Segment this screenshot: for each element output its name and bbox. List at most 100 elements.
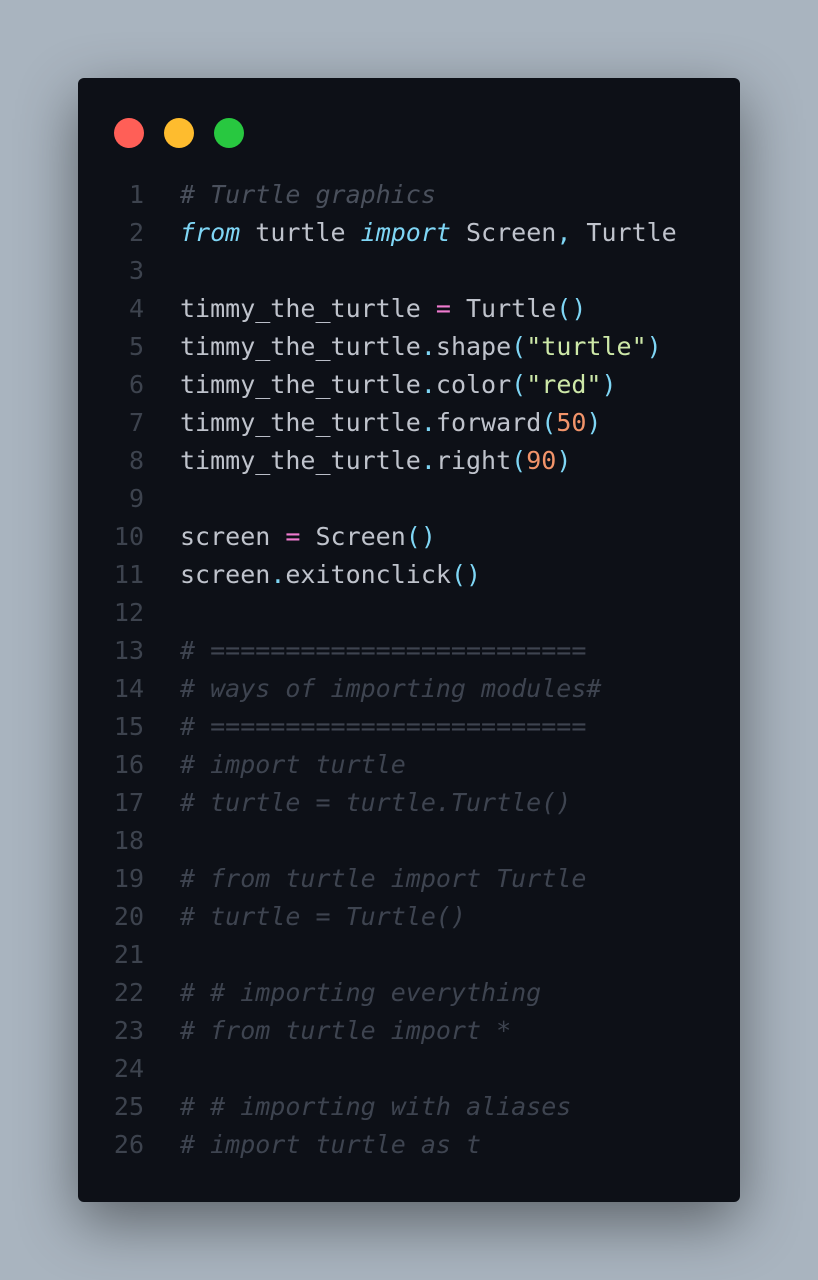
code-line: 12 — [78, 594, 740, 632]
code-line: 11 screen.exitonclick() — [78, 556, 740, 594]
code-token: Screen — [300, 522, 406, 551]
line-number: 10 — [113, 522, 144, 551]
code-line: 3 — [78, 252, 740, 290]
line-number: 4 — [128, 294, 144, 323]
code-text: # # importing with aliases — [180, 1088, 571, 1126]
code-token: # from turtle import Turtle — [180, 864, 587, 893]
code-token: ( — [541, 408, 557, 437]
code-text: # import turtle — [180, 746, 406, 784]
code-text: timmy_the_turtle.forward(50) — [180, 404, 601, 442]
line-number: 3 — [128, 256, 144, 285]
code-token: # Turtle graphics — [180, 180, 436, 209]
code-line: 8 timmy_the_turtle.right(90) — [78, 442, 740, 480]
code-token: ( — [511, 446, 527, 475]
code-line: 23 # from turtle import * — [78, 1012, 740, 1050]
code-token: "turtle" — [526, 332, 647, 361]
code-line: 9 — [78, 480, 740, 518]
code-token: , — [556, 218, 572, 247]
code-line: 10 screen = Screen() — [78, 518, 740, 556]
line-number: 13 — [113, 636, 144, 665]
code-text: # import turtle as t — [180, 1126, 481, 1164]
code-line: 7 timmy_the_turtle.forward(50) — [78, 404, 740, 442]
line-number: 22 — [113, 978, 144, 1007]
code-line: 16 # import turtle — [78, 746, 740, 784]
code-text: screen.exitonclick() — [180, 556, 481, 594]
code-token: ) — [646, 332, 662, 361]
code-text: timmy_the_turtle.color("red") — [180, 366, 617, 404]
code-token: . — [420, 408, 436, 437]
line-number: 25 — [113, 1092, 144, 1121]
code-token: # import turtle — [180, 750, 406, 779]
code-token: timmy_the_turtle — [180, 446, 421, 475]
line-number: 9 — [128, 484, 144, 513]
code-token: = — [285, 522, 301, 551]
code-text: # # importing everything — [180, 974, 541, 1012]
code-line: 19 # from turtle import Turtle — [78, 860, 740, 898]
code-text: # from turtle import * — [180, 1012, 511, 1050]
code-text: # from turtle import Turtle — [180, 860, 586, 898]
code-token: () — [405, 522, 436, 551]
code-token: ( — [511, 370, 527, 399]
code-text: timmy_the_turtle = Turtle() — [180, 290, 586, 328]
code-line: 4 timmy_the_turtle = Turtle() — [78, 290, 740, 328]
line-number: 17 — [113, 788, 144, 817]
code-token: . — [270, 560, 286, 589]
code-token: = — [435, 294, 451, 323]
close-dot-icon[interactable] — [114, 118, 144, 148]
code-text: # ========================= — [180, 708, 586, 746]
code-token: ) — [601, 370, 617, 399]
zoom-dot-icon[interactable] — [214, 118, 244, 148]
code-token: ( — [511, 332, 527, 361]
code-token: . — [420, 370, 436, 399]
line-number: 15 — [113, 712, 144, 741]
code-token: # # importing with aliases — [180, 1092, 572, 1121]
code-token: shape — [435, 332, 512, 361]
line-number: 5 — [128, 332, 144, 361]
code-token: right — [435, 446, 512, 475]
code-token: screen — [180, 560, 271, 589]
code-line: 2 from turtle import Screen, Turtle — [78, 214, 740, 252]
code-token: . — [420, 332, 436, 361]
code-line: 25 # # importing with aliases — [78, 1088, 740, 1126]
line-number: 8 — [128, 446, 144, 475]
code-token: # import turtle as t — [180, 1130, 482, 1159]
minimize-dot-icon[interactable] — [164, 118, 194, 148]
code-token: timmy_the_turtle — [180, 332, 421, 361]
line-number: 2 — [128, 218, 144, 247]
line-number: 20 — [113, 902, 144, 931]
code-line: 17 # turtle = turtle.Turtle() — [78, 784, 740, 822]
line-number: 26 — [113, 1130, 144, 1159]
code-token: Screen — [450, 218, 557, 247]
code-token: () — [556, 294, 587, 323]
code-token: 50 — [556, 408, 587, 437]
line-number: 21 — [113, 940, 144, 969]
code-token: timmy_the_turtle — [180, 294, 436, 323]
code-window: 1 # Turtle graphics 2 from turtle import Sc… — [78, 78, 740, 1202]
code-line: 14 # ways of importing modules# — [78, 670, 740, 708]
code-token: ) — [556, 446, 572, 475]
code-token: import — [360, 218, 451, 247]
code-line: 21 — [78, 936, 740, 974]
code-line: 13 # ========================= — [78, 632, 740, 670]
code-token: turtle — [240, 218, 361, 247]
code-token: screen — [180, 522, 286, 551]
code-token: ) — [586, 408, 602, 437]
line-number: 7 — [128, 408, 144, 437]
code-text: # turtle = turtle.Turtle() — [180, 784, 571, 822]
code-line: 22 # # importing everything — [78, 974, 740, 1012]
code-text: # Turtle graphics — [180, 176, 436, 214]
code-line: 15 # ========================= — [78, 708, 740, 746]
code-token: # ========================= — [180, 636, 587, 665]
code-token: 90 — [526, 446, 557, 475]
code-token: Turtle — [571, 218, 677, 247]
code-text: from turtle import Screen, Turtle — [180, 214, 677, 252]
code-token: from — [180, 218, 241, 247]
code-token: # from turtle import * — [180, 1016, 512, 1045]
code-text: # ========================= — [180, 632, 586, 670]
code-token: # turtle = Turtle() — [180, 902, 466, 931]
code-editor[interactable]: 1 # Turtle graphics 2 from turtle import Sc… — [78, 176, 740, 1164]
code-token: "red" — [526, 370, 602, 399]
line-number: 12 — [113, 598, 144, 627]
line-number: 6 — [128, 370, 144, 399]
code-token: exitonclick — [285, 560, 451, 589]
